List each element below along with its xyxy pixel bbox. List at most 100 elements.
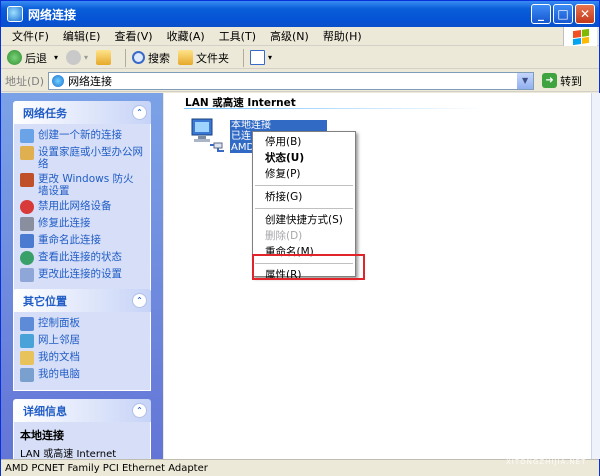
task-repair-connection[interactable]: 修复此连接 <box>20 217 144 231</box>
properties-highlight-box <box>252 254 365 280</box>
task-create-connection[interactable]: 创建一个新的连接 <box>20 129 144 143</box>
maximize-button[interactable]: □ <box>553 4 573 24</box>
forward-dropdown-icon[interactable]: ▾ <box>84 53 88 62</box>
address-value: 网络连接 <box>68 74 113 88</box>
status-icon <box>20 251 34 265</box>
home-network-icon <box>20 146 34 160</box>
new-connection-icon <box>20 129 34 143</box>
window-controls: _ □ ✕ <box>531 4 595 24</box>
menu-item-status[interactable]: 状态(U) <box>253 150 355 166</box>
folders-button[interactable]: 文件夹 <box>178 50 229 66</box>
documents-folder-icon <box>20 351 34 365</box>
network-places-icon <box>20 334 34 348</box>
menu-file[interactable]: 文件(F) <box>5 28 56 44</box>
watermark-text: 系统之家 <box>497 438 565 458</box>
folders-label: 文件夹 <box>196 51 230 65</box>
network-tasks-list: 创建一个新的连接 设置家庭或小型办公网络 更改 Windows 防火墙设置 禁用… <box>13 124 151 291</box>
task-label: 查看此连接的状态 <box>38 251 122 263</box>
menu-item-bridge[interactable]: 桥接(G) <box>253 189 355 205</box>
task-label: 更改 Windows 防火墙设置 <box>38 173 134 197</box>
forward-arrow-icon <box>66 50 82 65</box>
folder-icon <box>178 50 194 65</box>
task-label: 更改此连接的设置 <box>38 268 122 280</box>
go-arrow-icon: ➜ <box>542 73 558 88</box>
views-button[interactable]: ▾ <box>250 50 272 65</box>
task-label: 创建一个新的连接 <box>38 129 122 141</box>
up-folder-icon <box>96 50 112 65</box>
menu-help[interactable]: 帮助(H) <box>316 28 369 44</box>
vertical-scrollbar[interactable] <box>591 93 600 459</box>
close-button[interactable]: ✕ <box>575 4 595 24</box>
toolbar-separator <box>125 48 127 67</box>
address-label: 地址(D) <box>5 74 45 88</box>
menu-favorites[interactable]: 收藏(A) <box>160 28 212 44</box>
title-bar[interactable]: 网络连接 _ □ ✕ <box>1 1 599 27</box>
collapse-chevron-icon[interactable]: ⌃ <box>132 105 147 120</box>
task-setup-home-network[interactable]: 设置家庭或小型办公网络 <box>20 146 144 170</box>
go-label: 转到 <box>560 74 583 88</box>
settings-icon <box>20 268 34 282</box>
address-field[interactable]: 网络连接 ▼ <box>48 71 535 90</box>
place-label: 我的文档 <box>38 351 80 363</box>
task-disable-device[interactable]: 禁用此网络设备 <box>20 200 144 214</box>
collapse-chevron-icon[interactable]: ⌃ <box>132 293 147 308</box>
task-change-settings[interactable]: 更改此连接的设置 <box>20 268 144 282</box>
back-dropdown-icon[interactable]: ▾ <box>54 53 58 62</box>
toolbar: 后退 ▾ ▾ 搜索 文件夹 ▾ <box>1 47 599 69</box>
menu-edit[interactable]: 编辑(E) <box>56 28 108 44</box>
menu-item-repair[interactable]: 修复(P) <box>253 166 355 182</box>
disable-device-icon <box>20 200 34 214</box>
address-bar: 地址(D) 网络连接 ▼ ➜ 转到 <box>1 70 599 92</box>
group-divider <box>184 108 484 109</box>
menu-item-create-shortcut[interactable]: 创建快捷方式(S) <box>253 212 355 228</box>
content-area: LAN 或高速 Internet 本地连接 已连 AMD <box>164 93 591 459</box>
place-label: 网上邻居 <box>38 334 80 346</box>
forward-button[interactable]: ▾ <box>66 50 88 65</box>
details-header[interactable]: 详细信息 ⌃ <box>13 399 151 422</box>
go-button[interactable]: ➜ 转到 <box>542 73 582 89</box>
place-my-computer[interactable]: 我的电脑 <box>20 368 144 382</box>
views-dropdown-icon: ▾ <box>268 53 273 62</box>
windows-flag-icon <box>572 28 589 45</box>
address-dropdown-icon[interactable]: ▼ <box>517 72 534 89</box>
place-network-neighborhood[interactable]: 网上邻居 <box>20 334 144 348</box>
other-places-panel: 其它位置 ⌃ 控制面板 网上邻居 我的文档 我的电脑 <box>13 289 151 391</box>
status-text: AMD PCNET Family PCI Ethernet Adapter <box>5 462 208 474</box>
panel-title: 其它位置 <box>23 294 67 308</box>
up-folder-button[interactable] <box>96 50 112 65</box>
views-icon <box>250 50 266 65</box>
network-tasks-header[interactable]: 网络任务 ⌃ <box>13 101 151 124</box>
collapse-chevron-icon[interactable]: ⌃ <box>132 403 147 418</box>
details-name: 本地连接 <box>20 429 64 442</box>
connection-name: 本地连接 <box>230 120 327 131</box>
task-rename-connection[interactable]: 重命名此连接 <box>20 234 144 248</box>
back-arrow-icon <box>7 50 22 65</box>
menu-tools[interactable]: 工具(T) <box>212 28 263 44</box>
menu-advanced[interactable]: 高级(N) <box>263 28 316 44</box>
task-pane: 网络任务 ⌃ 创建一个新的连接 设置家庭或小型办公网络 更改 Windows 防… <box>1 93 163 459</box>
menu-separator <box>255 208 353 209</box>
other-places-header[interactable]: 其它位置 ⌃ <box>13 289 151 312</box>
place-control-panel[interactable]: 控制面板 <box>20 317 144 331</box>
lan-connection-icon[interactable] <box>188 115 228 155</box>
window-title: 网络连接 <box>28 7 77 22</box>
network-connections-icon <box>52 74 65 87</box>
search-label: 搜索 <box>148 51 171 65</box>
search-icon <box>132 51 146 64</box>
menu-view[interactable]: 查看(V) <box>107 28 159 44</box>
task-label: 禁用此网络设备 <box>38 200 112 212</box>
place-my-documents[interactable]: 我的文档 <box>20 351 144 365</box>
details-panel: 详细信息 ⌃ 本地连接 LAN 或高速 Internet <box>13 399 151 459</box>
menu-bar: 文件(F) 编辑(E) 查看(V) 收藏(A) 工具(T) 高级(N) 帮助(H… <box>1 27 599 46</box>
control-panel-icon <box>20 317 34 331</box>
toolbar-separator <box>243 48 245 67</box>
minimize-button[interactable]: _ <box>531 4 551 24</box>
task-label: 重命名此连接 <box>38 234 101 246</box>
task-view-status[interactable]: 查看此连接的状态 <box>20 251 144 265</box>
task-firewall-settings[interactable]: 更改 Windows 防火墙设置 <box>20 173 144 197</box>
back-button[interactable]: 后退 ▾ <box>7 50 58 66</box>
search-button[interactable]: 搜索 <box>132 50 170 66</box>
back-label: 后退 <box>25 51 47 65</box>
menu-item-disable[interactable]: 停用(B) <box>253 134 355 150</box>
task-label: 设置家庭或小型办公网络 <box>38 146 143 170</box>
